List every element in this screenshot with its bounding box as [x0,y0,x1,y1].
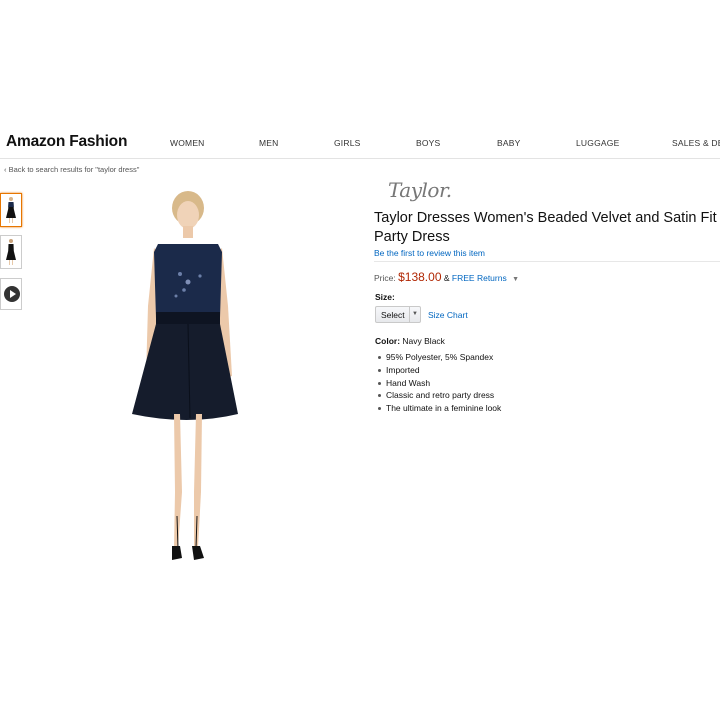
feature-item: Classic and retro party dress [377,389,501,402]
nav-item-girls[interactable]: GIRLS [334,138,361,148]
nav-item-baby[interactable]: BABY [497,138,520,148]
header-divider [0,158,720,159]
write-review-link[interactable]: Be the first to review this item [374,248,485,258]
dropdown-arrow-icon: ▼ [409,307,420,322]
title-divider [374,261,720,262]
feature-item: Hand Wash [377,377,501,390]
feature-item: The ultimate in a feminine look [377,402,501,415]
thumbnail-back[interactable] [0,235,22,269]
product-title: Taylor Dresses Women's Beaded Velvet and… [374,209,720,247]
product-main-image [132,191,238,560]
product-title-line-2: Party Dress [374,229,450,245]
price-row: Price: $138.00 & FREE Returns ▼ [374,270,519,284]
nav-item-sales-deals[interactable]: SALES & DEA [672,138,720,148]
price-label: Price: [374,273,396,283]
product-title-line-1: Taylor Dresses Women's Beaded Velvet and… [374,210,720,226]
free-returns-link[interactable]: FREE Returns [452,273,507,283]
nav-item-women[interactable]: WOMEN [170,138,205,148]
feature-item: Imported [377,364,501,377]
back-to-results-link[interactable]: ‹ Back to search results for "taylor dre… [4,165,139,174]
color-label: Color: [375,336,401,346]
thumbnail-back-image [6,239,16,265]
category-nav: WOMEN MEN GIRLS BOYS BABY LUGGAGE SALES … [0,138,720,152]
size-select[interactable]: Select ▼ [375,306,421,323]
price-amp: & [443,273,450,283]
product-page: Amazon Fashion WOMEN MEN GIRLS BOYS BABY… [0,0,720,720]
thumbnail-video[interactable] [0,278,22,310]
size-label: Size: [375,292,395,302]
play-icon [4,286,20,302]
thumbnail-front-image [6,197,16,223]
nav-item-luggage[interactable]: LUGGAGE [576,138,619,148]
brand-logo[interactable]: Taylor. [388,178,452,202]
price-value: $138.00 [398,270,442,284]
size-chart-link[interactable]: Size Chart [428,310,468,320]
feature-list: 95% Polyester, 5% Spandex Imported Hand … [377,351,501,415]
chevron-down-icon[interactable]: ▼ [512,276,519,283]
color-value: Navy Black [402,336,445,346]
nav-item-boys[interactable]: BOYS [416,138,440,148]
feature-item: 95% Polyester, 5% Spandex [377,351,501,364]
color-row: Color: Navy Black [375,336,445,346]
thumbnail-front[interactable] [0,193,22,227]
size-select-value: Select [381,310,405,320]
nav-item-men[interactable]: MEN [259,138,279,148]
